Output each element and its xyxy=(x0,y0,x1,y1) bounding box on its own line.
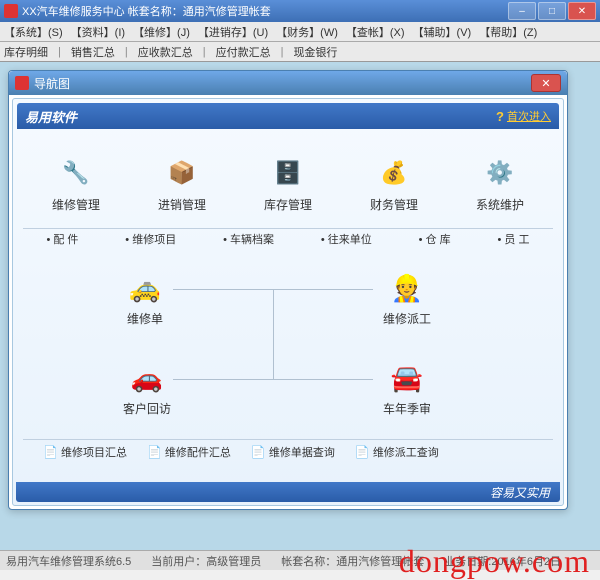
status-app: 易用汽车维修管理系统6.5 xyxy=(6,553,131,569)
flow-callback[interactable]: 🚗 客户回访 xyxy=(123,359,171,417)
menu-query[interactable]: 【查帐】(X) xyxy=(346,24,405,40)
sub-partners[interactable]: • 往来单位 xyxy=(321,231,372,247)
report-items[interactable]: 维修项目汇总 xyxy=(43,444,127,460)
menu-system[interactable]: 【系统】(S) xyxy=(4,24,63,40)
status-date: 业务日期:2016年6月2日 xyxy=(444,553,561,569)
window-titlebar: XX汽车维修服务中心 帐套名称：通用汽修管理帐套 – □ ✕ xyxy=(0,0,600,22)
menu-finance[interactable]: 【财务】(W) xyxy=(276,24,338,40)
tool-receivable[interactable]: 应收款汇总 xyxy=(138,44,193,60)
car-icon: 🚗 xyxy=(125,359,169,397)
menu-help[interactable]: 【帮助】(Z) xyxy=(479,24,537,40)
nav-title: 导航图 xyxy=(34,75,531,92)
tool-inventory[interactable]: 库存明细 xyxy=(4,44,48,60)
maximize-button[interactable]: □ xyxy=(538,2,566,20)
sub-vehicles[interactable]: • 车辆档案 xyxy=(223,231,274,247)
menubar: 【系统】(S) 【资料】(I) 【维修】(J) 【进销存】(U) 【财务】(W)… xyxy=(0,22,600,42)
minimize-button[interactable]: – xyxy=(508,2,536,20)
nav-close-button[interactable]: ✕ xyxy=(531,74,561,92)
report-dispatch[interactable]: 维修派工查询 xyxy=(355,444,439,460)
slogan-text: 容易又实用 xyxy=(490,484,550,501)
tool-sales[interactable]: 销售汇总 xyxy=(71,44,115,60)
status-account: 帐套名称：通用汽修管理帐套 xyxy=(281,553,424,569)
report-parts[interactable]: 维修配件汇总 xyxy=(147,444,231,460)
module-repair[interactable]: 🔧 维修管理 xyxy=(52,154,100,213)
car-icon: 🚕 xyxy=(123,269,167,307)
brand-text: 易用软件 xyxy=(25,107,77,126)
module-finance[interactable]: 💰 财务管理 xyxy=(370,154,418,213)
flow-repair-order[interactable]: 🚕 维修单 xyxy=(123,269,167,327)
help-icon: ? xyxy=(496,109,504,124)
flow-connector xyxy=(173,379,373,380)
box-icon: 📦 xyxy=(163,154,201,192)
wrench-icon: 🔧 xyxy=(57,154,95,192)
sub-parts[interactable]: • 配 件 xyxy=(46,231,78,247)
flow-connector xyxy=(273,289,274,379)
statusbar: 易用汽车维修管理系统6.5 当前用户：高级管理员 帐套名称：通用汽修管理帐套 业… xyxy=(0,550,600,570)
sub-staff[interactable]: • 员 工 xyxy=(498,231,530,247)
app-icon xyxy=(4,4,18,18)
menu-data[interactable]: 【资料】(I) xyxy=(71,24,125,40)
first-enter-link[interactable]: 首次进入 xyxy=(507,108,551,124)
menu-aux[interactable]: 【辅助】(V) xyxy=(413,24,472,40)
module-row: 🔧 维修管理 📦 进销管理 🗄️ 库存管理 💰 财务管理 ⚙️ 系统 xyxy=(23,139,553,229)
money-icon: 💰 xyxy=(375,154,413,192)
nav-titlebar: 导航图 ✕ xyxy=(9,71,567,95)
menu-stock[interactable]: 【进销存】(U) xyxy=(198,24,268,40)
nav-window: 导航图 ✕ 易用软件 ? 首次进入 🔧 维修管理 📦 进销管理 xyxy=(8,70,568,510)
sub-items[interactable]: • 维修项目 xyxy=(125,231,176,247)
cabinet-icon: 🗄️ xyxy=(269,154,307,192)
report-orders[interactable]: 维修单据查询 xyxy=(251,444,335,460)
toolbar: 库存明细| 销售汇总| 应收款汇总| 应付款汇总| 现金银行 xyxy=(0,42,600,62)
mdi-workspace: 导航图 ✕ 易用软件 ? 首次进入 🔧 维修管理 📦 进销管理 xyxy=(0,62,600,550)
nav-icon xyxy=(15,76,29,90)
worker-icon: 👷 xyxy=(385,269,429,307)
sub-warehouse[interactable]: • 仓 库 xyxy=(419,231,451,247)
slogan-bar: 容易又实用 xyxy=(16,482,560,502)
module-purchase[interactable]: 📦 进销管理 xyxy=(158,154,206,213)
status-user: 当前用户：高级管理员 xyxy=(151,553,261,569)
brand-bar: 易用软件 ? 首次进入 xyxy=(17,103,559,129)
module-inventory[interactable]: 🗄️ 库存管理 xyxy=(264,154,312,213)
flow-inspection[interactable]: 🚘 车年季审 xyxy=(383,359,431,417)
car-icon: 🚘 xyxy=(385,359,429,397)
menu-repair[interactable]: 【维修】(J) xyxy=(133,24,190,40)
tool-payable[interactable]: 应付款汇总 xyxy=(216,44,271,60)
close-button[interactable]: ✕ xyxy=(568,2,596,20)
module-system[interactable]: ⚙️ 系统维护 xyxy=(476,154,524,213)
gear-icon: ⚙️ xyxy=(481,154,519,192)
nav-body: 易用软件 ? 首次进入 🔧 维修管理 📦 进销管理 🗄️ 库存管理 xyxy=(12,98,564,506)
flow-dispatch[interactable]: 👷 维修派工 xyxy=(383,269,431,327)
sub-links: • 配 件 • 维修项目 • 车辆档案 • 往来单位 • 仓 库 • 员 工 xyxy=(23,229,553,249)
tool-cash[interactable]: 现金银行 xyxy=(293,44,337,60)
flow-diagram: 🚕 维修单 👷 维修派工 🚗 客户回访 🚘 车年季审 xyxy=(23,259,553,429)
window-title: XX汽车维修服务中心 帐套名称：通用汽修管理帐套 xyxy=(22,3,508,19)
